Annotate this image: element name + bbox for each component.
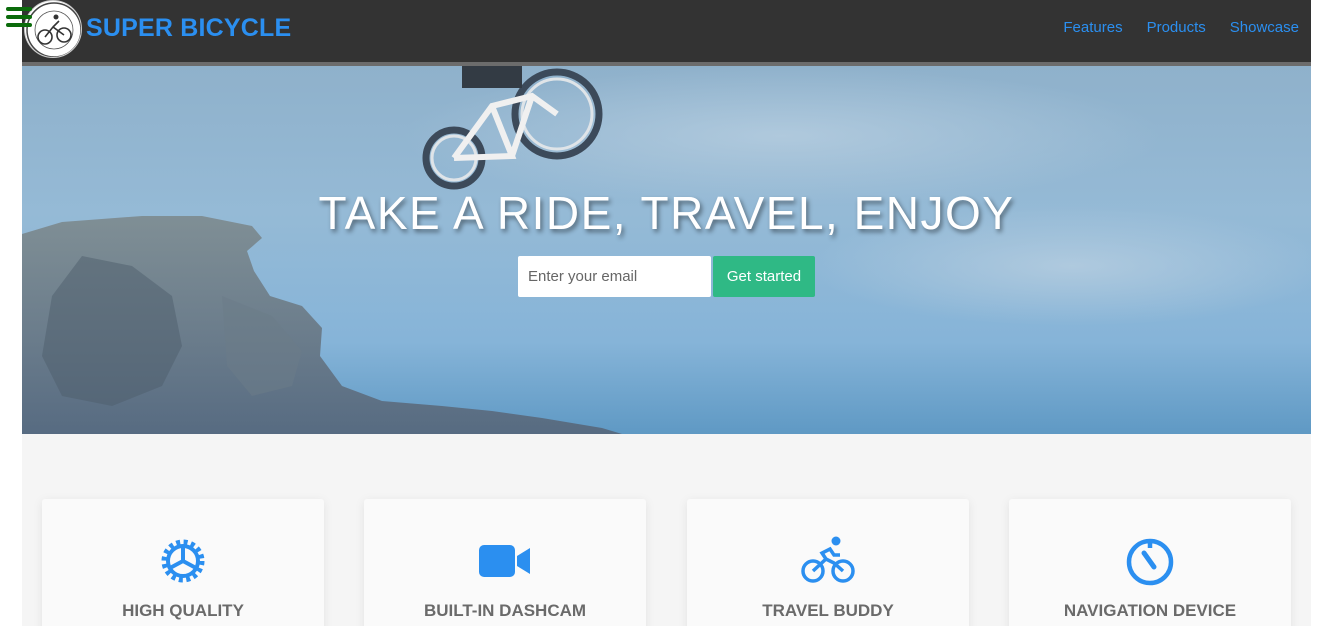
hero-background-image <box>22 66 1311 434</box>
feature-title: NAVIGATION DEVICE <box>1063 601 1237 620</box>
navbar: SUPER BICYCLE Features Products Showcase <box>22 0 1311 62</box>
feature-title: TRAVEL BUDDY <box>762 601 894 620</box>
nav-links: Features Products Showcase <box>1063 19 1299 36</box>
feature-card: BUILT-IN DASHCAM <box>364 499 646 626</box>
feature-title: BUILT-IN DASHCAM <box>423 601 587 620</box>
stopwatch-icon <box>1009 535 1291 587</box>
brand-title[interactable]: SUPER BICYCLE <box>86 14 291 43</box>
page: SUPER BICYCLE Features Products Showcase <box>22 0 1311 626</box>
feature-card: HIGH QUALITY <box>42 499 324 626</box>
feature-card: TRAVEL BUDDY <box>687 499 969 626</box>
hero-section: TAKE A RIDE, TRAVEL, ENJOY Get started <box>22 66 1311 434</box>
hero-title: TAKE A RIDE, TRAVEL, ENJOY <box>318 187 1015 239</box>
email-input[interactable] <box>518 256 711 297</box>
cyclist-icon <box>687 535 969 587</box>
menu-hamburger-icon[interactable] <box>6 7 32 29</box>
mountain-bike-logo <box>26 2 81 57</box>
get-started-button[interactable]: Get started <box>713 256 815 297</box>
nav-link-products[interactable]: Products <box>1147 19 1206 36</box>
logo[interactable] <box>24 0 82 58</box>
feature-title: HIGH QUALITY <box>122 601 244 620</box>
signup-form: Get started <box>518 256 815 297</box>
video-camera-icon <box>364 535 646 587</box>
feature-card: NAVIGATION DEVICE <box>1009 499 1291 626</box>
gear-icon <box>42 535 324 587</box>
nav-link-features[interactable]: Features <box>1063 19 1122 36</box>
nav-link-showcase[interactable]: Showcase <box>1230 19 1299 36</box>
